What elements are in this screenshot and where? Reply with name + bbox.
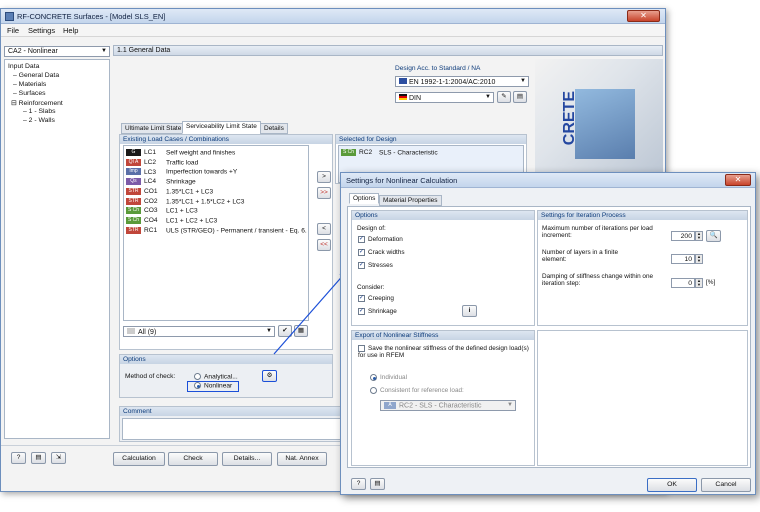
crack-widths-checkbox[interactable]: ✓ Crack widths bbox=[358, 249, 405, 256]
max-iterations-label: Maximum number of iterations per load in… bbox=[542, 225, 653, 239]
dialog-close-button[interactable]: ✕ bbox=[725, 174, 751, 186]
iteration-search-icon[interactable]: 🔍 bbox=[706, 230, 721, 242]
tab-material-properties[interactable]: Material Properties bbox=[379, 195, 442, 206]
layers-input[interactable]: 10 bbox=[671, 254, 695, 264]
damping-input[interactable]: 0 bbox=[671, 278, 695, 288]
empty-panel bbox=[537, 330, 748, 466]
dialog-help-icon[interactable]: ? bbox=[351, 478, 366, 490]
shrinkage-checkbox[interactable]: ✓ Shrinkage bbox=[358, 308, 397, 315]
tab-options[interactable]: Options bbox=[349, 193, 380, 204]
dlg-options-panel: Options Design of: ✓ Deformation ✓ Crack w… bbox=[351, 210, 535, 326]
reference-load-select[interactable]: A RC2 - SLS - Characteristic ▼ bbox=[380, 400, 516, 411]
design-of-label: Design of: bbox=[357, 225, 386, 232]
export-checkbox[interactable]: Save the nonlinear stiffness of the defi… bbox=[358, 345, 534, 359]
iteration-header: Settings for Iteration Process bbox=[538, 211, 747, 220]
deformation-checkbox[interactable]: ✓ Deformation bbox=[358, 236, 403, 243]
export-header: Export of Nonlinear Stiffness bbox=[352, 331, 534, 340]
layers-label: Number of layers in a finite element: bbox=[542, 249, 619, 263]
damping-unit: [%] bbox=[706, 279, 716, 286]
dialog-title: Settings for Nonlinear Calculation bbox=[346, 176, 458, 185]
ok-button[interactable]: OK bbox=[647, 478, 697, 492]
dialog-title-bar[interactable]: Settings for Nonlinear Calculation ✕ bbox=[341, 173, 755, 188]
dialog-defaults-icon[interactable]: ▤ bbox=[370, 478, 385, 490]
cancel-button[interactable]: Cancel bbox=[701, 478, 751, 492]
info-icon[interactable]: i bbox=[462, 305, 477, 317]
export-panel: Export of Nonlinear Stiffness Save the n… bbox=[351, 330, 535, 466]
damping-label: Damping of stiffness change within one i… bbox=[542, 273, 654, 287]
stresses-checkbox[interactable]: ✓ Stresses bbox=[358, 262, 393, 269]
consider-label: Consider: bbox=[357, 284, 385, 291]
dlg-options-header: Options bbox=[352, 211, 534, 220]
iteration-panel: Settings for Iteration Process Maximum n… bbox=[537, 210, 748, 326]
dialog-body: Options Design of: ✓ Deformation ✓ Crack w… bbox=[347, 206, 751, 468]
individual-radio[interactable]: Individual bbox=[370, 374, 407, 381]
nonlinear-dialog: Settings for Nonlinear Calculation ✕ Opt… bbox=[340, 172, 756, 495]
max-iterations-input[interactable]: 200 bbox=[671, 231, 695, 241]
creeping-checkbox[interactable]: ✓ Creeping bbox=[358, 295, 394, 302]
layers-spinner[interactable]: ▲ ▼ bbox=[695, 254, 703, 264]
consistent-radio[interactable]: Consistent for reference load: bbox=[370, 387, 464, 394]
max-iterations-spinner[interactable]: ▲ ▼ bbox=[695, 231, 703, 241]
damping-spinner[interactable]: ▲ ▼ bbox=[695, 278, 703, 288]
